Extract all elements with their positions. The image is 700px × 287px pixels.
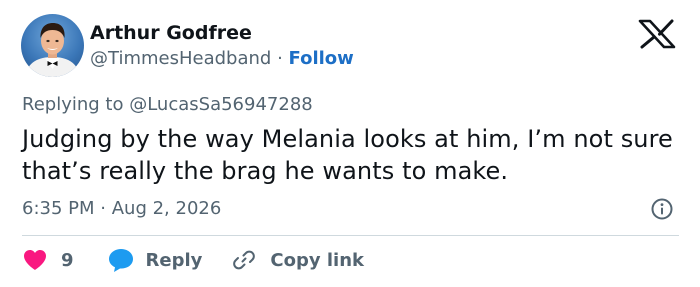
link-icon: [233, 250, 256, 270]
reply-label: Reply: [145, 249, 203, 271]
reply-context: Replying to @LucasSa56947288: [22, 94, 313, 115]
avatar[interactable]: [21, 14, 84, 77]
follow-button[interactable]: Follow: [289, 48, 354, 69]
reply-button[interactable]: Reply: [107, 247, 203, 273]
speech-bubble-icon: [108, 249, 133, 272]
reply-context-prefix: Replying to: [22, 94, 124, 115]
tweet-time: 6:35 PM: [22, 198, 95, 219]
copy-link-button[interactable]: Copy link: [232, 248, 364, 272]
reply-context-mention[interactable]: @LucasSa56947288: [129, 94, 313, 115]
x-logo-icon[interactable]: [637, 19, 677, 49]
tweet-date: Aug 2, 2026: [111, 198, 222, 219]
tweet-text: Judging by the way Melania looks at him,…: [22, 125, 673, 185]
tweet-card: Arthur Godfree @TimmesHeadband · Follow …: [0, 0, 700, 287]
tweet-timestamp[interactable]: 6:35 PM · Aug 2, 2026: [22, 198, 221, 219]
divider: [22, 235, 679, 236]
action-bar: 9 Reply Copy link: [22, 247, 364, 273]
info-icon[interactable]: [650, 197, 674, 221]
author-handle[interactable]: @TimmesHeadband: [90, 48, 271, 69]
author-name[interactable]: Arthur Godfree: [90, 22, 252, 44]
heart-icon: [24, 250, 46, 270]
author-handle-line: @TimmesHeadband · Follow: [90, 48, 354, 69]
like-count: 9: [61, 249, 74, 271]
handle-separator: ·: [277, 48, 283, 69]
like-button[interactable]: 9: [22, 248, 74, 272]
timestamp-separator: ·: [100, 198, 106, 219]
avatar-portrait-icon: [25, 23, 80, 77]
copy-link-label: Copy link: [270, 249, 364, 271]
